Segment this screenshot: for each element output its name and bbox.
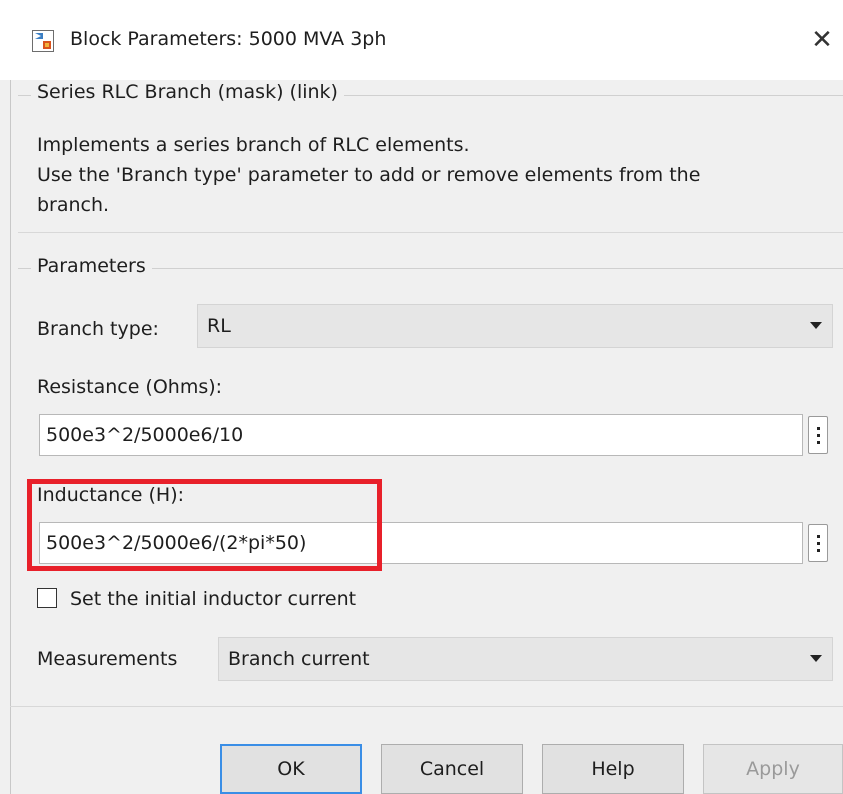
chevron-down-icon [810, 322, 822, 329]
chevron-down-icon [810, 655, 822, 662]
section-divider [18, 232, 843, 233]
dot-icon [816, 541, 820, 545]
branch-type-value: RL [207, 315, 231, 337]
branch-type-dropdown[interactable]: RL [197, 304, 833, 348]
dialog-left-border [10, 80, 11, 794]
parameters-group-label: Parameters [31, 255, 152, 277]
dot-icon [816, 534, 820, 538]
help-button[interactable]: Help [542, 744, 684, 794]
resistance-input[interactable]: 500e3^2/5000e6/10 [39, 414, 803, 456]
measurements-value: Branch current [228, 648, 370, 670]
title-bar[interactable]: Block Parameters: 5000 MVA 3ph ✕ [0, 0, 843, 80]
inductance-options-button[interactable] [808, 524, 828, 562]
dot-icon [816, 426, 820, 430]
dot-icon [816, 433, 820, 437]
resistance-label: Resistance (Ohms): [37, 376, 223, 398]
cancel-button[interactable]: Cancel [381, 744, 523, 794]
initial-current-checkbox[interactable] [37, 588, 57, 608]
dot-icon [816, 440, 820, 444]
button-bar-divider [10, 706, 843, 707]
window-title: Block Parameters: 5000 MVA 3ph [70, 28, 387, 50]
description-line-1: Implements a series branch of RLC elemen… [37, 134, 470, 156]
inductance-input[interactable]: 500e3^2/5000e6/(2*pi*50) [39, 522, 803, 564]
apply-button[interactable]: Apply [703, 744, 843, 794]
description-line-3: branch. [37, 194, 110, 216]
measurements-label: Measurements [37, 648, 178, 670]
resistance-options-button[interactable] [808, 416, 828, 454]
dot-icon [816, 548, 820, 552]
simulink-block-icon [32, 30, 54, 52]
measurements-dropdown[interactable]: Branch current [218, 637, 833, 681]
inductance-label: Inductance (H): [37, 484, 185, 506]
initial-current-label[interactable]: Set the initial inductor current [70, 588, 356, 610]
close-button[interactable]: ✕ [804, 22, 840, 58]
branch-type-label: Branch type: [37, 318, 159, 340]
close-icon: ✕ [811, 25, 833, 55]
description-line-2: Use the 'Branch type' parameter to add o… [37, 164, 701, 186]
block-parameters-dialog: Block Parameters: 5000 MVA 3ph ✕ Series … [0, 0, 843, 794]
mask-description: Implements a series branch of RLC elemen… [37, 130, 827, 220]
ok-button[interactable]: OK [220, 744, 362, 794]
mask-group-label: Series RLC Branch (mask) (link) [31, 81, 344, 103]
